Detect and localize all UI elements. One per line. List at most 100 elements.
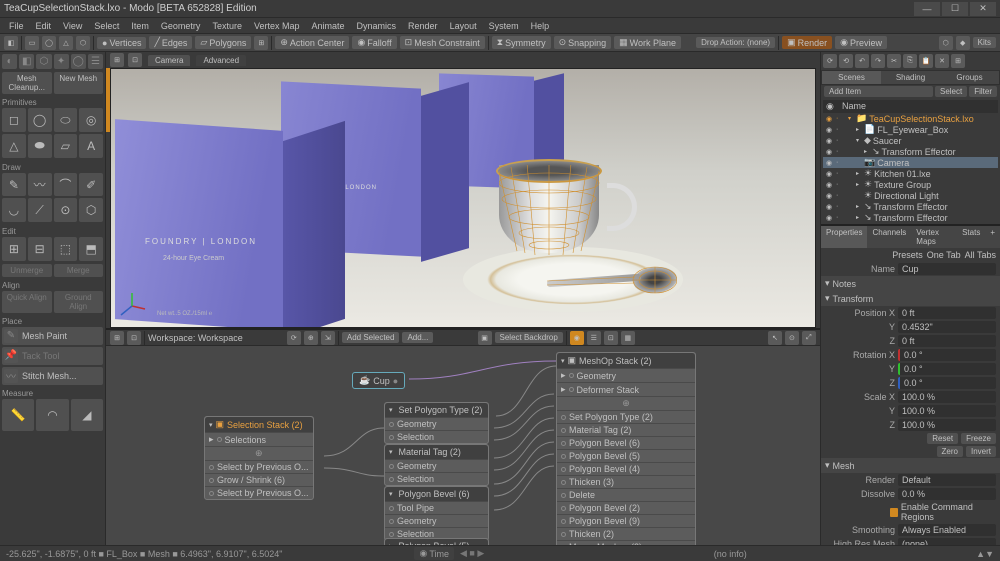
tool-icon[interactable]: ⊞ [254,36,268,50]
plane-icon[interactable]: ▱ [54,134,78,158]
vertex-maps-tab[interactable]: Vertex Maps [911,226,957,248]
ne-icon[interactable]: ⤢ [802,331,816,345]
sphere-icon[interactable]: ◯ [28,108,52,132]
scale-x-input[interactable]: 100.0 % [898,391,996,403]
tool-icon[interactable]: ◆ [956,36,970,50]
mesh-cleanup-button[interactable]: Mesh Cleanup... [2,72,52,94]
viewport-icon[interactable]: ⊡ [128,53,142,67]
rs-icon[interactable]: ↷ [871,54,885,68]
ne-icon[interactable]: ↖ [768,331,782,345]
ground-align-button[interactable]: Ground Align [54,291,104,313]
ne-icon[interactable]: ⊞ [110,331,124,345]
tree-row[interactable]: ◉·▸☀Texture Group [823,179,998,190]
edit-icon[interactable]: ⊟ [28,237,52,261]
falloff-button[interactable]: ◉Falloff [352,36,396,49]
menu-edit[interactable]: Edit [31,20,57,32]
rot-x-input[interactable]: 0.0 ° [898,349,996,361]
action-center-button[interactable]: ⊕Action Center [275,36,349,49]
draw-icon[interactable]: ⬡ [79,198,103,222]
kits-button[interactable]: Kits [973,37,996,48]
tool-icon[interactable]: ⬡ [939,36,953,50]
draw-icon[interactable]: ◡ [2,198,26,222]
text-icon[interactable]: A [79,134,103,158]
vertices-button[interactable]: ●Vertices [97,37,146,49]
advanced-tab[interactable]: Advanced [196,55,246,66]
rs-icon[interactable]: ⟲ [839,54,853,68]
highres-select[interactable]: (none) [898,538,996,545]
menu-select[interactable]: Select [89,20,124,32]
tool-icon[interactable]: ◧ [4,36,18,50]
rs-icon[interactable]: ⟳ [823,54,837,68]
tree-row[interactable]: ◉·☀Directional Light [823,190,998,201]
freeze-button[interactable]: Freeze [961,433,996,444]
tool-icon[interactable]: ▭ [25,36,39,50]
ne-icon[interactable]: ⇲ [321,331,335,345]
add-button[interactable]: Add... [402,332,433,343]
add-item-button[interactable]: Add Item [824,86,933,97]
tack-tool-button[interactable]: 📌Tack Tool [2,347,103,365]
tree-row[interactable]: ◉·▸📄FL_Eyewear_Box [823,124,998,135]
tool-icon[interactable]: ☰ [88,54,103,69]
scale-y-input[interactable]: 100.0 % [898,405,996,417]
cup-node[interactable]: ☕Cup● [352,372,405,389]
close-button[interactable]: ✕ [970,2,996,16]
viewport-icon[interactable]: ⊞ [110,53,124,67]
tool-icon[interactable]: ⬡ [36,54,51,69]
tool-icon[interactable]: ◯ [71,54,86,69]
tool-icon[interactable]: △ [59,36,73,50]
properties-tab[interactable]: Properties [821,226,867,248]
snapping-button[interactable]: ⊙Snapping [554,36,612,49]
time-display[interactable]: ◉Time [414,547,454,560]
tree-row[interactable]: ◉·▾◆Saucer [823,135,998,146]
draw-icon[interactable]: ⟋ [28,198,52,222]
draw-icon[interactable]: ⊙ [54,198,78,222]
enable-cmd-regions-checkbox[interactable] [890,508,898,517]
edit-icon[interactable]: ⬚ [54,237,78,261]
pos-x-input[interactable]: 0 ft [898,307,996,319]
scene-tree[interactable]: ◉Name ◉·▾📁TeaCupSelectionStack.lxo◉·▸📄FL… [821,98,1000,224]
cone-icon[interactable]: △ [2,134,26,158]
tool-icon[interactable]: ◐ [2,54,17,69]
zero-button[interactable]: Zero [937,446,963,457]
workplane-button[interactable]: ▦Work Plane [614,36,681,49]
menu-animate[interactable]: Animate [306,20,349,32]
render-button[interactable]: ▣Render [782,36,832,49]
reset-button[interactable]: Reset [927,433,958,444]
edit-icon[interactable]: ⊞ [2,237,26,261]
shading-tab[interactable]: Shading [881,71,940,84]
set-poly-type-node[interactable]: ▾Set Polygon Type (2) Geometry Selection [384,402,489,444]
scenes-tab[interactable]: Scenes [822,71,881,84]
menu-system[interactable]: System [484,20,524,32]
measure-icon[interactable]: ◢ [71,399,103,431]
tree-row[interactable]: ◉·📷Camera [823,157,998,168]
merge-button[interactable]: Merge [54,264,104,277]
ne-icon[interactable]: ◉ [570,331,584,345]
pos-z-input[interactable]: 0 ft [898,335,996,347]
ne-icon[interactable]: ⊡ [604,331,618,345]
add-tab[interactable]: + [985,226,1000,248]
polygon-bevel-node[interactable]: ▸Polygon Bevel (5) [384,538,489,545]
new-mesh-button[interactable]: New Mesh [54,72,104,94]
cube-icon[interactable]: ◻ [2,108,26,132]
tree-row[interactable]: ◉·▸↘Transform Effector [823,212,998,223]
edit-icon[interactable]: ⬒ [79,237,103,261]
preview-button[interactable]: ◉Preview [835,36,887,49]
torus-icon[interactable]: ◎ [79,108,103,132]
meshop-stack-node[interactable]: ▾▣MeshOp Stack (2) ▸Geometry ▸Deformer S… [556,352,696,545]
filter-button[interactable]: Filter [969,86,997,97]
menu-texture[interactable]: Texture [207,20,247,32]
measure-icon[interactable]: 📏 [2,399,34,431]
rs-icon[interactable]: ✂ [887,54,901,68]
rs-icon[interactable]: ✕ [935,54,949,68]
name-input[interactable]: Cup [898,263,996,275]
ne-icon[interactable]: ⊙ [785,331,799,345]
cylinder-icon[interactable]: ⬭ [54,108,78,132]
arc-icon[interactable]: ⌒ [54,173,78,197]
ne-icon[interactable]: ⊡ [127,331,141,345]
curve-icon[interactable]: 〰 [28,173,52,197]
maximize-button[interactable]: ☐ [942,2,968,16]
ne-icon[interactable]: ▦ [621,331,635,345]
minimize-button[interactable]: — [914,2,940,16]
workspace-label[interactable]: Workspace: Workspace [148,333,243,343]
ne-icon[interactable]: ⊕ [304,331,318,345]
